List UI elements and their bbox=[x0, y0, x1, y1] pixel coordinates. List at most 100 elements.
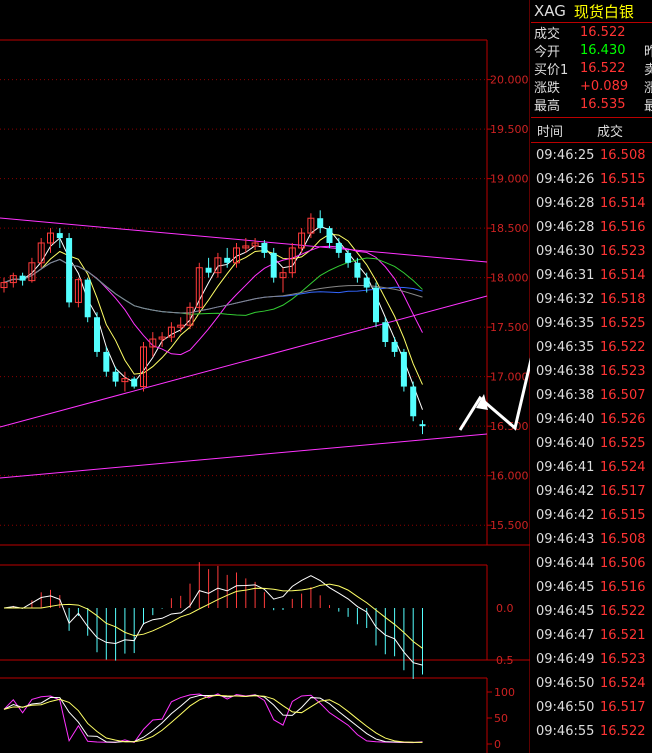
tick-time: 09:46:32 bbox=[536, 291, 595, 307]
quote-extra: 昨 bbox=[644, 44, 652, 60]
tick-row: 09:46:42 16.517 bbox=[531, 479, 652, 503]
tick-time: 09:46:35 bbox=[536, 339, 595, 355]
macd-dif-line bbox=[3, 575, 423, 666]
tick-time: 09:46:55 bbox=[536, 723, 595, 739]
price-tick-label: 20.000 bbox=[490, 74, 529, 87]
tick-time: 09:46:40 bbox=[536, 435, 595, 451]
candle-body bbox=[84, 279, 91, 318]
quote-row-open: 今开 16.430 昨 bbox=[531, 41, 652, 60]
tick-price: 16.514 bbox=[600, 267, 646, 283]
quote-value: 16.430 bbox=[580, 42, 626, 58]
tick-row: 09:46:41 16.524 bbox=[531, 455, 652, 479]
tick-row: 09:46:44 16.506 bbox=[531, 551, 652, 575]
tick-row: 09:46:40 16.526 bbox=[531, 407, 652, 431]
tick-price: 16.517 bbox=[600, 483, 646, 499]
candle-body bbox=[317, 218, 324, 229]
trendline-lower bbox=[0, 433, 488, 479]
ticks-header-price: 成交 bbox=[597, 124, 624, 140]
candle-body bbox=[335, 242, 342, 253]
macd-tick-label: 0.0 bbox=[496, 602, 514, 615]
quote-value: 16.522 bbox=[580, 24, 626, 40]
candle-body bbox=[270, 252, 277, 278]
price-tick-label: 17.000 bbox=[490, 371, 529, 384]
trendline-upper bbox=[0, 217, 488, 263]
tick-row: 09:46:35 16.522 bbox=[531, 335, 652, 359]
tick-price: 16.515 bbox=[600, 171, 646, 187]
tick-time: 09:46:41 bbox=[536, 459, 595, 475]
tick-price: 16.518 bbox=[600, 291, 646, 307]
tick-time: 09:46:28 bbox=[536, 219, 595, 235]
candle-body bbox=[373, 287, 379, 323]
tick-time: 09:46:50 bbox=[536, 699, 595, 715]
tick-row: 09:46:47 16.521 bbox=[531, 623, 652, 647]
tick-time: 09:46:26 bbox=[536, 171, 595, 187]
kdj-tick-label: 100 bbox=[494, 686, 515, 699]
tick-price: 16.523 bbox=[600, 651, 646, 667]
tick-list[interactable]: 09:46:25 16.508 09:46:26 16.515 09:46:28 16.5… bbox=[531, 143, 652, 743]
candle-body bbox=[261, 242, 268, 253]
kline-chart[interactable]: 20.000 19.500 19.000 18.500 18.000 17.500 17.0… bbox=[0, 0, 530, 753]
tick-time: 09:46:49 bbox=[536, 651, 595, 667]
tick-row: 09:46:45 16.522 bbox=[531, 599, 652, 623]
candle-body bbox=[94, 317, 100, 352]
tick-time: 09:46:50 bbox=[536, 675, 595, 691]
quote-label: 今开 bbox=[534, 44, 561, 60]
quote-row-change: 涨跌 +0.089 涨 bbox=[531, 77, 652, 96]
tick-price: 16.524 bbox=[600, 459, 646, 475]
candle-body bbox=[391, 342, 398, 352]
quote-rows: 成交 16.522 今开 16.430 昨买价1 16.522 卖涨跌 +0.089 涨最高 16… bbox=[531, 23, 652, 114]
quote-value: +0.089 bbox=[580, 78, 629, 94]
tick-row: 09:46:49 16.523 bbox=[531, 647, 652, 671]
quote-row-high: 最高 16.535 最 bbox=[531, 95, 652, 114]
tick-price: 16.521 bbox=[600, 627, 646, 643]
quote-label: 涨跌 bbox=[534, 80, 561, 96]
tick-price: 16.522 bbox=[600, 603, 646, 619]
tick-time: 09:46:43 bbox=[536, 531, 595, 547]
price-tick-label: 18.000 bbox=[490, 272, 529, 285]
chart-area[interactable]: 20.000 19.500 19.000 18.500 18.000 17.500 17.0… bbox=[0, 0, 530, 753]
tick-row: 09:46:42 16.515 bbox=[531, 503, 652, 527]
candle-body bbox=[131, 378, 138, 387]
candle-body bbox=[382, 322, 389, 343]
tick-time: 09:46:45 bbox=[536, 579, 595, 595]
tick-price: 16.508 bbox=[600, 531, 646, 547]
candle-body bbox=[66, 238, 73, 303]
candle-body bbox=[19, 275, 26, 281]
tick-row: 09:46:31 16.514 bbox=[531, 263, 652, 287]
tick-row: 09:46:25 16.508 bbox=[531, 143, 652, 167]
macd-tick-label: 0.5 bbox=[496, 654, 514, 667]
price-tick-label: 19.500 bbox=[490, 123, 529, 136]
tick-price: 16.523 bbox=[600, 243, 646, 259]
annotation-zigzag bbox=[458, 357, 530, 431]
tick-row: 09:46:50 16.517 bbox=[531, 695, 652, 719]
candle-body bbox=[354, 262, 361, 278]
tick-price: 16.524 bbox=[600, 675, 646, 691]
tick-price: 16.526 bbox=[600, 411, 646, 427]
quote-label: 最高 bbox=[534, 98, 561, 114]
kdj-tick-label: 50 bbox=[494, 712, 508, 725]
candle-body bbox=[205, 267, 212, 273]
kdj-k-line bbox=[3, 694, 423, 743]
tick-price: 16.525 bbox=[600, 315, 646, 331]
quote-value: 16.535 bbox=[580, 96, 626, 112]
quote-value: 16.522 bbox=[580, 60, 626, 76]
tick-price: 16.508 bbox=[600, 147, 646, 163]
tick-row: 09:46:38 16.507 bbox=[531, 383, 652, 407]
tick-row: 09:46:45 16.516 bbox=[531, 575, 652, 599]
tick-row: 09:46:30 16.523 bbox=[531, 239, 652, 263]
tick-row: 09:46:43 16.508 bbox=[531, 527, 652, 551]
tick-time: 09:46:30 bbox=[536, 243, 595, 259]
price-tick-label: 18.500 bbox=[490, 222, 529, 235]
price-tick-label: 15.500 bbox=[490, 519, 529, 532]
tick-price: 16.516 bbox=[600, 219, 646, 235]
tick-price: 16.514 bbox=[600, 195, 646, 211]
tick-time: 09:46:45 bbox=[536, 603, 595, 619]
tick-row: 09:46:28 16.514 bbox=[531, 191, 652, 215]
quote-row-bid: 买价1 16.522 卖 bbox=[531, 59, 652, 78]
tick-price: 16.515 bbox=[600, 507, 646, 523]
tick-time: 09:46:25 bbox=[536, 147, 595, 163]
symbol-name: 现货白银 bbox=[573, 2, 634, 21]
tick-row: 09:46:50 16.524 bbox=[531, 671, 652, 695]
tick-time: 09:46:47 bbox=[536, 627, 595, 643]
candle-body bbox=[326, 228, 333, 243]
